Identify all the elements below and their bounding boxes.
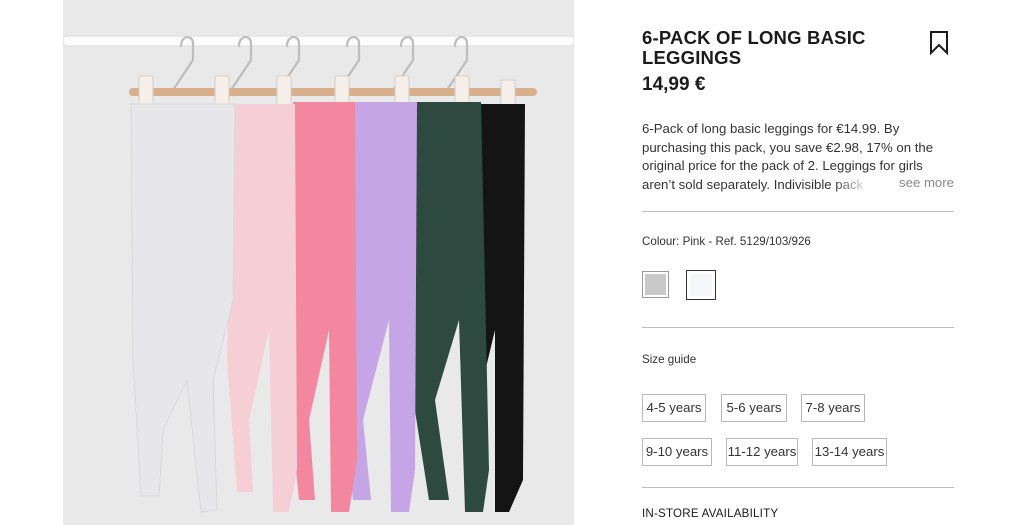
colour-reference: Colour: Pink - Ref. 5129/103/926 [642,235,811,248]
product-title: 6-PACK OF LONG BASIC LEGGINGS [642,27,866,68]
leggings-photo [63,0,574,525]
size-option-7-8[interactable]: 7-8 years [801,394,865,422]
in-store-availability-link[interactable]: IN-STORE AVAILABILITY [642,507,778,520]
divider [642,487,954,488]
size-option-5-6[interactable]: 5-6 years [721,394,787,422]
divider [642,211,954,212]
colour-swatch-white[interactable] [686,270,716,300]
colour-swatch-grey[interactable] [642,271,669,298]
page-margin [0,0,63,525]
bookmark-icon[interactable] [928,30,950,56]
product-price: 14,99 € [642,74,706,95]
product-image[interactable] [63,0,574,525]
size-option-13-14[interactable]: 13-14 years [812,438,887,466]
size-option-11-12[interactable]: 11-12 years [726,438,798,466]
see-more-link[interactable]: see more [893,175,954,190]
swatch-grey-fill [645,274,666,295]
product-info-panel: 6-PACK OF LONG BASIC LEGGINGS 14,99 € 6-… [642,0,954,525]
size-option-4-5[interactable]: 4-5 years [642,394,706,422]
size-guide-link[interactable]: Size guide [642,353,696,366]
size-option-9-10[interactable]: 9-10 years [642,438,712,466]
divider [642,327,954,328]
swatch-white-fill [690,274,712,296]
